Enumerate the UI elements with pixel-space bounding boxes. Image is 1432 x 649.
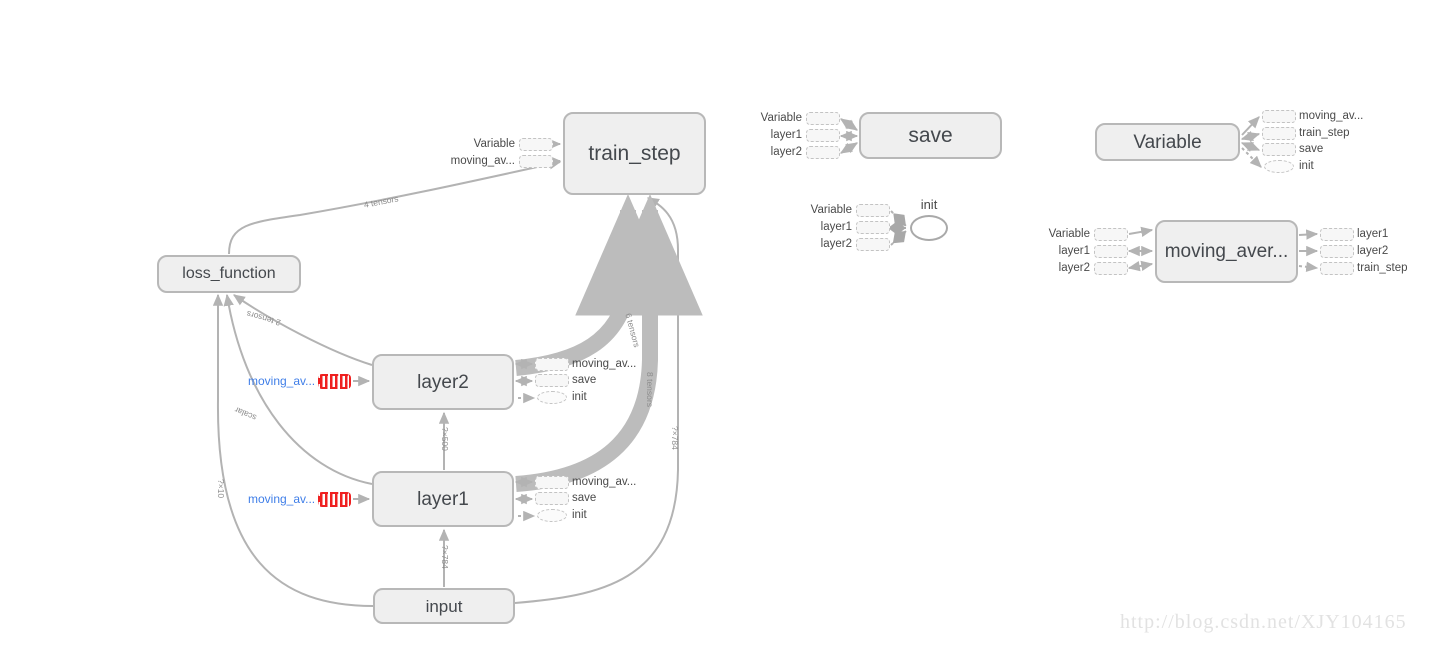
stub-label-l2-init: init: [572, 391, 587, 403]
stub-label-mv-layer1-l: layer1: [1058, 245, 1090, 257]
stub-edge-vr-init: [1241, 147, 1262, 168]
node-layer2[interactable]: layer2: [372, 354, 514, 410]
edge-label-el-8tensors: 8 tensors: [645, 372, 655, 407]
stub-mv-layer1-l[interactable]: [1094, 245, 1128, 258]
stub-label-mv-layer1-r: layer1: [1357, 228, 1389, 240]
edge-input-loss: [212, 293, 374, 607]
stub-vr-save[interactable]: [1262, 143, 1296, 156]
node-save[interactable]: save: [859, 112, 1002, 159]
stub-l2-movingav[interactable]: [535, 358, 569, 371]
stub-sv-layer2[interactable]: [806, 146, 840, 159]
stub-mv-trainstep-r[interactable]: [1320, 262, 1354, 275]
stub-edge-vr-save: [1240, 141, 1261, 152]
node-label-init: init: [920, 197, 938, 212]
node-label-Variable: Variable: [1133, 131, 1202, 153]
stub-edge-mv-variable-l: [1128, 226, 1154, 237]
stub-label-vr-movingav: moving_av...: [1299, 110, 1364, 122]
node-label-layer1: layer1: [417, 488, 469, 510]
stub-mv-layer2-r[interactable]: [1320, 245, 1354, 258]
stub-mv-layer2-l[interactable]: [1094, 262, 1128, 275]
reference-stub-ref-layer2[interactable]: [318, 374, 351, 389]
node-label-layer2: layer2: [417, 371, 469, 393]
stub-label-sv-layer2: layer2: [770, 146, 802, 158]
stub-edge-mv-layer1-r: [1298, 229, 1319, 240]
stub-edge-mv-trainstep-r: [1298, 261, 1319, 272]
stub-vr-trainstep[interactable]: [1262, 127, 1296, 140]
stub-edge-mv-layer2-l: [1127, 260, 1154, 272]
node-moving_aver[interactable]: moving_aver...: [1155, 220, 1298, 283]
stub-mv-variable-l[interactable]: [1094, 228, 1128, 241]
stub-label-l1-movingav: moving_av...: [572, 476, 637, 488]
stub-vr-init[interactable]: [1264, 160, 1294, 173]
stub-l2-save[interactable]: [535, 374, 569, 387]
stub-label-l1-save: save: [572, 492, 597, 504]
stub-sv-layer1[interactable]: [806, 129, 840, 142]
stub-l2-init[interactable]: [537, 391, 567, 404]
stub-label-mv-layer2-r: layer2: [1357, 245, 1389, 257]
node-Variable[interactable]: Variable: [1095, 123, 1240, 161]
stub-label-sv-layer1: layer1: [770, 129, 802, 141]
stub-label-mv-trainstep-r: train_step: [1357, 262, 1408, 274]
stub-edge-in-variable: [890, 210, 907, 227]
stub-l1-init[interactable]: [537, 509, 567, 522]
watermark-text: http://blog.csdn.net/XJY104165: [1120, 611, 1407, 633]
stub-label-mv-variable-l: Variable: [1048, 228, 1090, 240]
edge-label-el-784-in: ?×784: [440, 545, 450, 569]
stub-in-variable[interactable]: [856, 204, 890, 217]
stub-label-vr-init: init: [1299, 160, 1314, 172]
node-input[interactable]: input: [373, 588, 515, 624]
graph-edges: [212, 116, 1319, 607]
graph-canvas: train_step loss_function layer2 layer1 input…: [0, 0, 1432, 649]
edge-group-stubs: [353, 116, 1319, 522]
stub-label-in-variable: Variable: [810, 204, 852, 216]
stub-edge-sv-layer2: [839, 142, 859, 154]
stub-edge-sv-variable: [840, 118, 858, 131]
stub-label-vr-trainstep: train_step: [1299, 127, 1350, 139]
stub-sv-variable[interactable]: [806, 112, 840, 125]
reference-label-ref-layer1: moving_av...: [248, 492, 316, 506]
stub-edge-vr-movingav: [1241, 116, 1260, 136]
stub-l1-save[interactable]: [535, 492, 569, 505]
node-label-save: save: [908, 124, 953, 147]
stub-edge-vr-trainstep: [1240, 130, 1261, 143]
edge-label-el-784-right: ?×784: [670, 426, 680, 450]
stub-vr-movingav[interactable]: [1262, 110, 1296, 123]
edge-layer1-loss: [223, 293, 373, 485]
stub-label-l2-movingav: moving_av...: [572, 358, 637, 370]
edge-label-el-10: ?×10: [216, 479, 226, 499]
node-layer1[interactable]: layer1: [372, 471, 514, 527]
stub-mv-layer1-r[interactable]: [1320, 228, 1354, 241]
edge-label-el-500: ?×500: [440, 427, 450, 451]
stub-label-sv-variable: Variable: [760, 112, 802, 124]
stub-l1-movingav[interactable]: [535, 476, 569, 489]
node-label-moving_aver: moving_aver...: [1164, 241, 1289, 262]
stub-label-vr-save: save: [1299, 143, 1324, 155]
node-label-input: input: [425, 596, 463, 616]
reference-stub-ref-layer1[interactable]: [318, 492, 351, 507]
stub-label-l2-save: save: [572, 374, 597, 386]
stub-label-l1-init: init: [572, 509, 587, 521]
stub-label-mv-layer2-l: layer2: [1058, 262, 1090, 274]
reference-label-ref-layer2: moving_av...: [248, 374, 316, 388]
edge-layer2-loss: [233, 294, 373, 366]
